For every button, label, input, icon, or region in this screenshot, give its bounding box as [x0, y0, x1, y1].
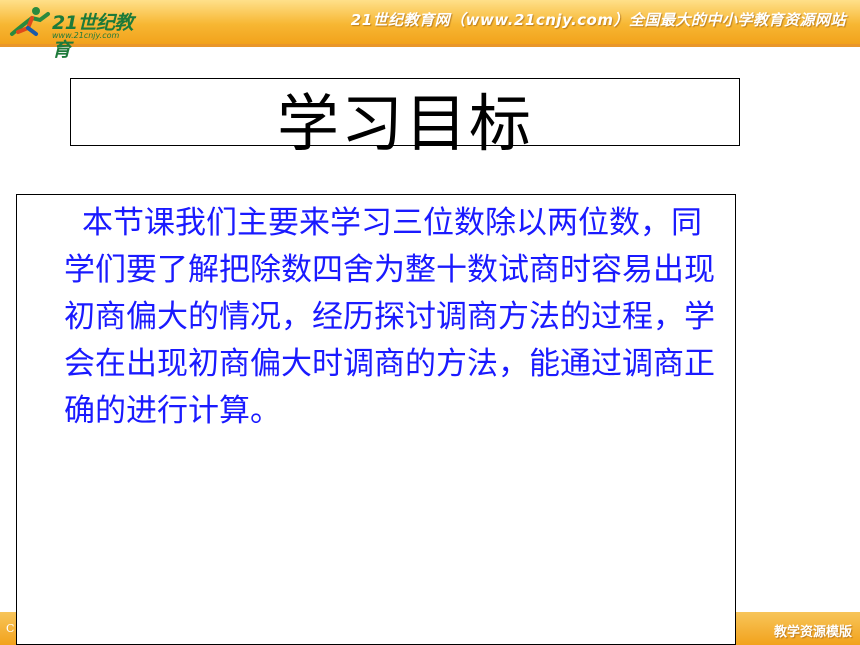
runner-logo-icon: [10, 7, 50, 36]
footer-left-text: C: [6, 622, 15, 635]
logo-url: www.21cnjy.com: [52, 31, 120, 40]
slide-body-text: 本节课我们主要来学习三位数除以两位数，同学们要了解把除数四舍为整十数试商时容易出…: [64, 205, 715, 429]
footer-right-text: 教学资源模版: [773, 625, 852, 640]
slide-title: 学习目标: [276, 87, 533, 160]
header-tagline: 21世纪教育网（www.21cnjy.com）全国最大的中小学教育资源网站: [350, 11, 846, 29]
site-logo[interactable]: 21世纪教育 www.21cnjy.com: [6, 4, 146, 61]
